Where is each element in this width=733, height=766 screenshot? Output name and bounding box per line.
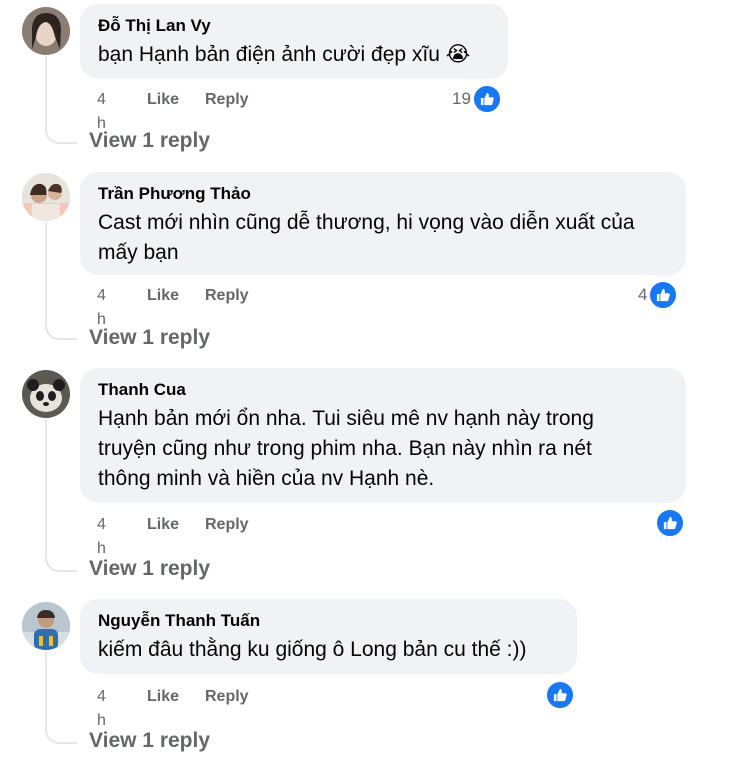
avatar[interactable] <box>22 173 70 221</box>
comment-text-line: mấy bạn <box>98 241 179 264</box>
comment-text-line: Hạnh bản mới ổn nha. Tui siêu mê nv hạnh… <box>98 407 594 430</box>
like-icon <box>648 280 679 310</box>
timestamp[interactable]: 4 h <box>97 513 106 561</box>
thread-connector <box>45 728 77 744</box>
thread-line <box>45 420 47 556</box>
comment-text: Cast mới nhìn cũng dễ thương, hi vọng và… <box>98 208 668 268</box>
avatar[interactable] <box>22 7 70 55</box>
thread-line <box>45 56 47 128</box>
avatar[interactable] <box>22 602 70 650</box>
like-icon <box>655 508 685 538</box>
thread-line <box>45 652 47 728</box>
like-button[interactable]: Like <box>147 685 179 709</box>
comment-text-line: truyện cũng như trong phim nha. Bạn này … <box>98 437 592 460</box>
comment-bubble: Trần Phương Thảo Cast mới nhìn cũng dễ t… <box>80 172 686 275</box>
comment-bubble: Thanh Cua Hạnh bản mới ổn nha. Tui siêu … <box>80 368 686 503</box>
comment-bubble: Nguyễn Thanh Tuấn kiếm đâu thằng ku giốn… <box>80 599 577 674</box>
comment-author[interactable]: Trần Phương Thảo <box>98 183 668 204</box>
reaction-summary[interactable] <box>544 680 575 710</box>
comment-text-line: Cast mới nhìn cũng dễ thương, hi vọng và… <box>98 211 635 234</box>
reaction-summary[interactable]: 4 <box>638 280 679 310</box>
reaction-summary[interactable] <box>654 508 685 538</box>
comment-author[interactable]: Nguyễn Thanh Tuấn <box>98 610 559 631</box>
reaction-count: 4 <box>638 285 648 304</box>
comment-text: bạn Hạnh bản điện ảnh cười đẹp xĩu 😭 <box>98 40 490 70</box>
avatar[interactable] <box>22 370 70 418</box>
comment-text: Hạnh bản mới ổn nha. Tui siêu mê nv hạnh… <box>98 404 668 494</box>
reply-button[interactable]: Reply <box>205 513 249 537</box>
like-button[interactable]: Like <box>147 284 179 308</box>
thread-connector <box>45 324 77 340</box>
reply-button[interactable]: Reply <box>205 284 249 308</box>
view-replies-link[interactable]: View 1 reply <box>89 727 210 755</box>
comment-text-line: kiếm đâu thằng ku giống ô Long bản cu th… <box>98 638 527 661</box>
comment-text: kiếm đâu thằng ku giống ô Long bản cu th… <box>98 635 559 665</box>
view-replies-link[interactable]: View 1 reply <box>89 555 210 583</box>
like-icon <box>471 84 502 114</box>
thread-line <box>45 222 47 324</box>
view-replies-link[interactable]: View 1 reply <box>89 127 210 155</box>
like-button[interactable]: Like <box>147 88 179 112</box>
thread-connector <box>45 556 77 572</box>
comment-text-line: bạn Hạnh bản điện ảnh cười đẹp xĩu 😭 <box>98 43 471 66</box>
thread-connector <box>45 128 77 144</box>
like-icon <box>545 680 575 710</box>
view-replies-link[interactable]: View 1 reply <box>89 324 210 352</box>
reply-button[interactable]: Reply <box>205 685 249 709</box>
comment-author[interactable]: Thanh Cua <box>98 379 668 400</box>
comment-author[interactable]: Đỗ Thị Lan Vy <box>98 15 490 36</box>
timestamp[interactable]: 4 h <box>97 685 106 733</box>
reaction-summary[interactable]: 19 <box>452 84 502 114</box>
comment-bubble: Đỗ Thị Lan Vy bạn Hạnh bản điện ảnh cười… <box>80 4 508 79</box>
comment-text-line: thông minh và hiền của nv Hạnh nè. <box>98 467 435 490</box>
reply-button[interactable]: Reply <box>205 88 249 112</box>
reaction-count: 19 <box>452 89 471 108</box>
like-button[interactable]: Like <box>147 513 179 537</box>
